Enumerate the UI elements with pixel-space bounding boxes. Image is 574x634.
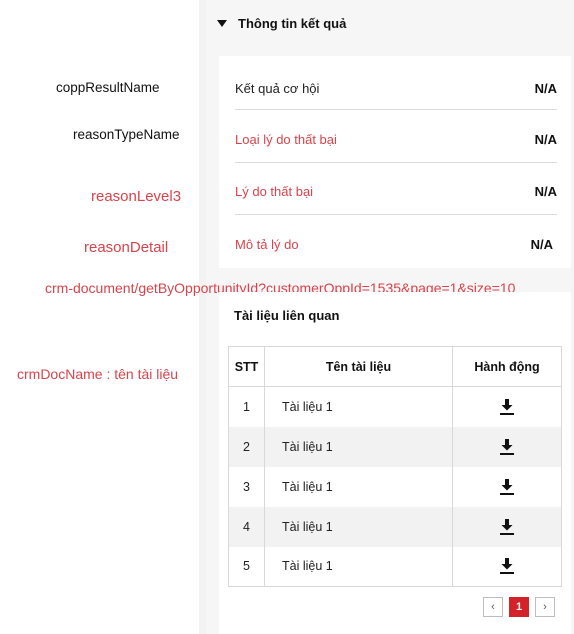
result-row-value: N/A	[534, 80, 557, 96]
table-row: 4 Tài liệu 1	[228, 506, 562, 547]
row-action	[452, 426, 562, 467]
divider	[235, 162, 557, 163]
row-doc-name: Tài liệu 1	[264, 386, 453, 427]
row-stt: 5	[228, 546, 265, 587]
row-doc-name: Tài liệu 1	[264, 546, 453, 587]
column-header-stt: STT	[228, 346, 265, 387]
row-doc-name: Tài liệu 1	[264, 466, 453, 507]
result-section-header[interactable]: Thông tin kết quả	[217, 16, 346, 31]
download-icon[interactable]	[499, 518, 515, 536]
result-row-label: Mô tả lý do	[235, 236, 299, 252]
table-row: 5 Tài liệu 1	[228, 546, 562, 587]
result-row-reason: Lý do thất bại N/A	[235, 165, 557, 217]
divider	[235, 109, 557, 110]
pagination-next-button[interactable]: ›	[535, 597, 555, 617]
table-row: 1 Tài liệu 1	[228, 386, 562, 427]
caret-down-icon	[217, 20, 227, 27]
pagination-prev-button[interactable]: ‹	[483, 597, 503, 617]
documents-title: Tài liệu liên quan	[234, 308, 340, 323]
download-icon[interactable]	[499, 478, 515, 496]
result-row-label: Kết quả cơ hội	[235, 80, 320, 96]
result-row-reason-type: Loại lý do thất bại N/A	[235, 113, 557, 165]
table-row: 2 Tài liệu 1	[228, 426, 562, 467]
annotation-reason-detail: reasonDetail	[84, 239, 169, 256]
divider	[235, 214, 557, 215]
row-action	[452, 386, 562, 427]
table-row: 3 Tài liệu 1	[228, 466, 562, 507]
annotation-reason-level: reasonLevel3	[91, 188, 182, 205]
result-row-value: N/A	[534, 131, 557, 147]
row-stt: 1	[228, 386, 265, 427]
annotation-doc-name: crmDocName : tên tài liệu	[17, 366, 179, 382]
column-header-action: Hành động	[452, 346, 562, 387]
row-action	[452, 506, 562, 547]
result-row-value: N/A	[530, 236, 553, 252]
result-card: Kết quả cơ hội N/A Loại lý do thất bại N…	[219, 56, 571, 268]
row-stt: 2	[228, 426, 265, 467]
documents-card: Tài liệu liên quan STT Tên tài liệu Hành…	[219, 292, 571, 634]
row-stt: 3	[228, 466, 265, 507]
result-section-title: Thông tin kết quả	[238, 16, 347, 31]
result-row-label: Loại lý do thất bại	[235, 131, 337, 147]
pagination-page-button[interactable]: 1	[509, 597, 529, 617]
download-icon[interactable]	[499, 557, 515, 575]
documents-table: STT Tên tài liệu Hành động 1 Tài liệu 1 …	[228, 346, 562, 587]
result-row-reason-detail: Mô tả lý do N/A	[235, 218, 553, 270]
table-header-row: STT Tên tài liệu Hành động	[228, 346, 562, 387]
row-doc-name: Tài liệu 1	[264, 426, 453, 467]
download-icon[interactable]	[499, 398, 515, 416]
annotation-reason-type: reasonTypeName	[73, 127, 180, 142]
annotation-result-name: coppResultName	[56, 80, 160, 95]
row-action	[452, 546, 562, 587]
download-icon[interactable]	[499, 438, 515, 456]
row-doc-name: Tài liệu 1	[264, 506, 453, 547]
pagination: ‹ 1 ›	[483, 597, 555, 617]
column-header-name: Tên tài liệu	[264, 346, 453, 387]
result-row-outcome: Kết quả cơ hội N/A	[235, 62, 557, 114]
result-row-label: Lý do thất bại	[235, 183, 314, 199]
result-row-value: N/A	[534, 183, 557, 199]
row-action	[452, 466, 562, 507]
row-stt: 4	[228, 506, 265, 547]
